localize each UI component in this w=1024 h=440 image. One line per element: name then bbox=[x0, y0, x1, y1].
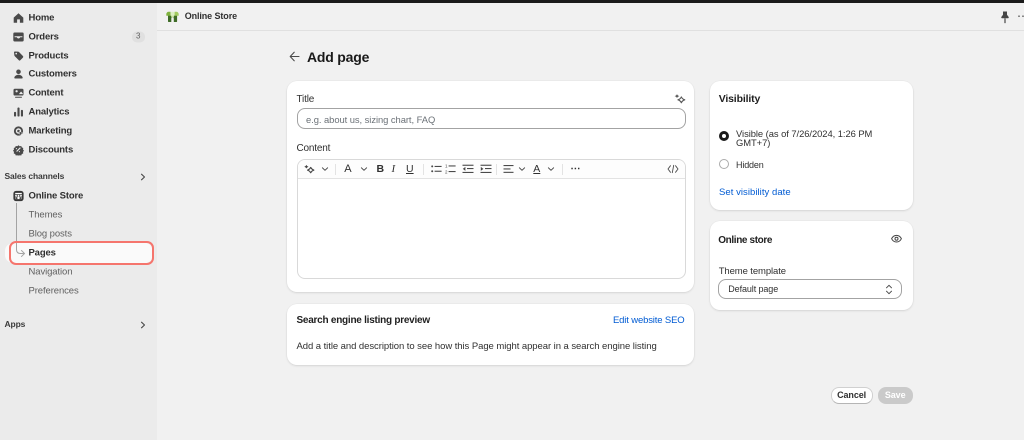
svg-text:1: 1 bbox=[445, 164, 448, 169]
svg-text:2: 2 bbox=[445, 169, 448, 174]
